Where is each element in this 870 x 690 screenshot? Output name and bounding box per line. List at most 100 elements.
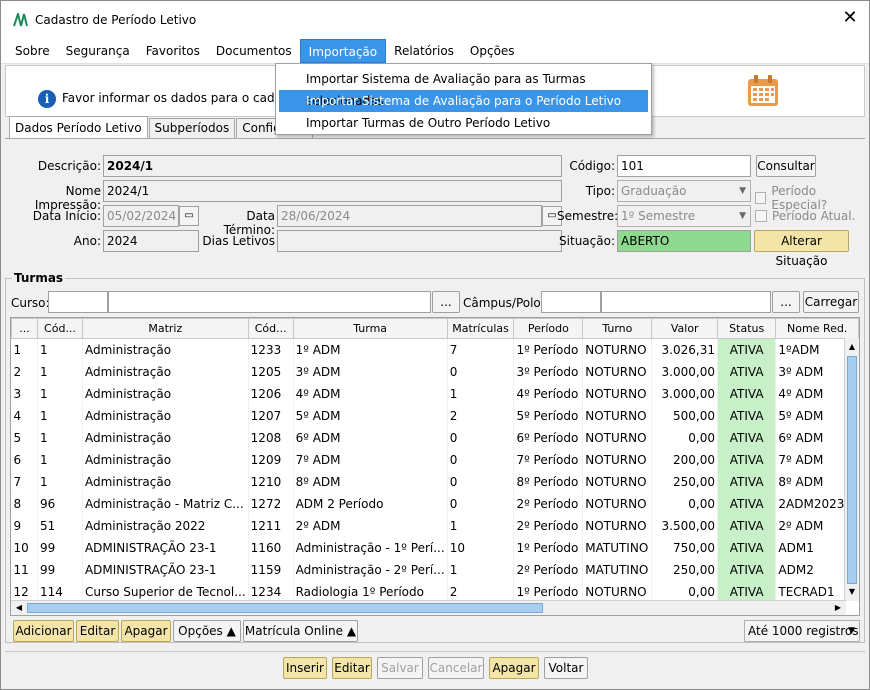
menu-relatorios[interactable]: Relatórios [386,39,462,63]
inserir-button[interactable]: Inserir [283,657,327,679]
menu-opcoes[interactable]: Opções [462,39,523,63]
table-row[interactable]: 3 1 Administração 1206 4º ADM 1 4º Período NOTU… [11,382,859,405]
col-header-matriz[interactable]: Matriz [81,318,249,339]
alterar-situacao-button[interactable]: Alterar Situação [754,230,849,268]
col-header-turma[interactable]: Turma [292,318,448,339]
apagar-button[interactable]: Apagar [489,657,539,679]
descricao-field[interactable]: 2024/1 [103,155,562,177]
col-header-cod-turma[interactable]: Cód... [247,318,294,339]
table-row[interactable]: 9 51 Administração 2022 1211 2º ADM 1 2º Perío… [11,514,859,537]
table-cell: 96 [37,492,83,515]
nome-impressao-field[interactable]: 2024/1 [103,180,562,202]
vertical-scrollbar[interactable]: ▲ ▼ [844,338,859,601]
curso-name-field[interactable] [108,291,431,313]
curso-code-field[interactable] [48,291,108,313]
table-row[interactable]: 10 99 ADMINISTRAÇÃO 23-1 1160 Administração … [11,536,859,559]
editar-button[interactable]: Editar [332,657,372,679]
turmas-title: Turmas [12,271,66,285]
col-header-periodo[interactable]: Período [513,318,584,339]
table-row[interactable]: 11 99 ADMINISTRAÇÃO 23-1 1159 Administração … [11,558,859,581]
periodo-atual-checkbox[interactable]: Período Atual. [755,209,855,223]
table-row[interactable]: 4 1 Administração 1207 5º ADM 2 5º Período NOTU… [11,404,859,427]
data-termino-field[interactable]: 28/06/2024 [277,205,542,227]
menu-item-importar-avaliacao-periodo[interactable]: Importar Sistema de Avaliação para o Per… [279,90,648,112]
scroll-down-icon[interactable]: ▼ [845,585,859,599]
table-cell: 0 [447,426,515,449]
matricula-online-button[interactable]: Matrícula Online ▲ [243,620,358,642]
table-cell: 1160 [248,536,294,559]
table-row[interactable]: 6 1 Administração 1209 7º ADM 0 7º Período NOTU… [11,448,859,471]
salvar-button[interactable]: Salvar [377,657,423,679]
tab-subperiodos[interactable]: Subperíodos [148,118,236,138]
table-row[interactable]: 8 96 Administração - Matriz C... 1272 ADM 2 … [11,492,859,515]
table-row[interactable]: 7 1 Administração 1210 8º ADM 0 8º Período NOTU… [11,470,859,493]
tipo-select[interactable]: Graduação Semestral▼ [617,180,751,218]
ano-field[interactable]: 2024 [103,230,199,252]
cancelar-button[interactable]: Cancelar [428,657,484,679]
tab-dados-periodo[interactable]: Dados Período Letivo [9,116,148,138]
table-cell: 3 [11,382,39,405]
situacao-field: ABERTO [617,230,751,252]
col-header-cod-curso[interactable]: Cód... [37,318,83,339]
table-cell: 0,00 [651,492,718,515]
scroll-left-icon[interactable]: ◀ [12,601,26,615]
turmas-grid[interactable]: ... Cód... Matriz Cód... Turma Matrícula… [10,317,860,616]
data-inicio-calendar-icon[interactable]: ▭ [179,206,199,226]
scroll-right-icon[interactable]: ▶ [831,601,845,615]
campus-code-field[interactable] [541,291,601,313]
table-row[interactable]: 1 1 Administração 1233 1º ADM 7 1º Período NOTU… [11,338,859,361]
menu-sobre[interactable]: Sobre [7,39,58,63]
table-cell: ATIVA [717,514,777,537]
table-cell: 1207 [248,404,294,427]
consultar-button[interactable]: Consultar [756,155,816,177]
voltar-button[interactable]: Voltar [544,657,588,679]
col-header-matriculas[interactable]: Matrículas [446,318,515,339]
table-cell: ADM 2 Período [293,492,448,515]
col-header-valor[interactable]: Valor [651,318,718,339]
col-header-turno[interactable]: Turno [582,318,653,339]
table-cell: NOTURNO [582,404,653,427]
menu-item-importar-avaliacao-turmas[interactable]: Importar Sistema de Avaliação para as Tu… [279,68,648,108]
scroll-thumb[interactable] [847,356,857,584]
campus-lookup-button[interactable]: ... [772,291,800,313]
adicionar-button[interactable]: Adicionar [13,620,74,642]
table-cell: Administração - Matriz C... [82,492,249,515]
curso-lookup-button[interactable]: ... [432,291,460,313]
nome-impressao-label: Nome Impressão: [34,184,101,212]
table-cell: 0 [447,360,515,383]
col-header-status[interactable]: Status [716,318,777,339]
data-inicio-label: Data Início: [32,209,101,223]
table-cell: 5º Período [513,404,584,427]
scroll-thumb[interactable] [27,603,543,613]
menu-documentos[interactable]: Documentos [208,39,300,63]
semestre-select[interactable]: 1º Semestre ▼ [617,205,751,227]
table-row[interactable]: 5 1 Administração 1208 6º ADM 0 6º Período NOTU… [11,426,859,449]
dias-letivos-field[interactable] [277,230,562,252]
table-cell: 2 [11,360,39,383]
col-header-index[interactable]: ... [11,318,39,339]
col-header-nome-red[interactable]: Nome Red. [775,318,859,339]
table-row[interactable]: 2 1 Administração 1205 3º ADM 0 3º Período NOTU… [11,360,859,383]
menu-favoritos[interactable]: Favoritos [138,39,208,63]
editar-grid-button[interactable]: Editar [76,620,119,642]
table-cell: ATIVA [717,338,777,361]
menu-item-importar-turmas[interactable]: Importar Turmas de Outro Período Letivo [279,112,648,134]
menu-seguranca[interactable]: Segurança [58,39,138,63]
carregar-button[interactable]: Carregar [803,291,859,313]
limit-select[interactable]: Até 1000 registros ▼ [744,620,860,642]
table-cell: 500,00 [651,404,718,427]
periodo-especial-checkbox[interactable]: Período Especial? [755,184,869,212]
table-cell: Administração [82,382,249,405]
table-cell: 99 [37,558,83,581]
opcoes-button[interactable]: Opções ▲ [173,620,241,642]
apagar-grid-button[interactable]: Apagar [121,620,171,642]
close-icon[interactable]: ✕ [841,9,859,27]
horizontal-scrollbar[interactable]: ◀ ▶ [11,600,846,615]
menu-importacao[interactable]: Importação [299,38,387,63]
table-cell: 1 [11,338,39,361]
campus-name-field[interactable] [601,291,771,313]
scroll-up-icon[interactable]: ▲ [845,340,859,354]
codigo-label: Código: [569,159,615,173]
data-inicio-field[interactable]: 05/02/2024 [103,205,179,227]
codigo-field[interactable]: 101 [617,155,751,177]
